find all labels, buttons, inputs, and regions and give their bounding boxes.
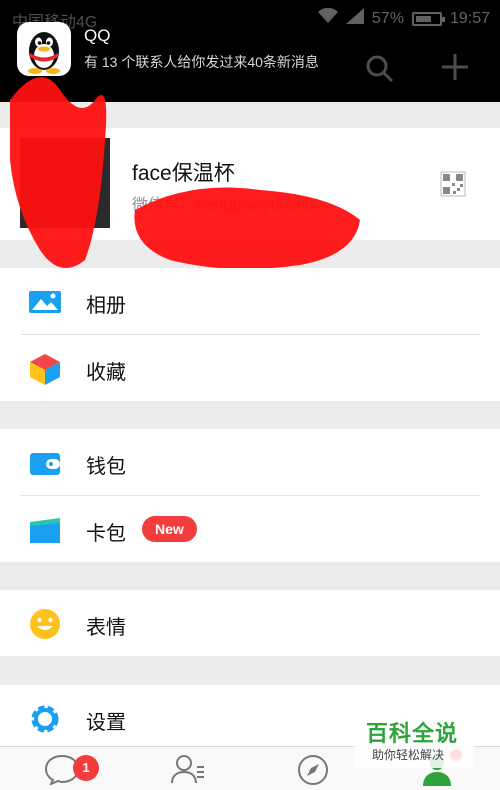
status-right: 57% 19:57 xyxy=(317,7,490,29)
notification-title: QQ xyxy=(84,26,111,45)
qr-code-icon[interactable] xyxy=(440,171,466,202)
signal-icon xyxy=(345,8,364,29)
menu-item-cards[interactable]: 卡包 New xyxy=(0,496,500,562)
menu-item-album[interactable]: 相册 xyxy=(0,268,500,334)
album-icon xyxy=(28,285,62,319)
watermark: 百科全说 助你轻松解决 xyxy=(354,710,474,768)
profile-name: face保温杯 xyxy=(132,162,235,185)
cube-icon xyxy=(28,352,62,386)
watermark-subtitle: 助你轻松解决 xyxy=(372,748,445,762)
clock: 19:57 xyxy=(449,9,490,27)
compass-icon xyxy=(298,755,328,785)
menu-label-wallet: 钱包 xyxy=(86,456,126,478)
wifi-icon xyxy=(317,7,338,29)
search-icon xyxy=(365,54,395,89)
gear-icon xyxy=(28,702,62,736)
smiley-icon xyxy=(28,607,62,641)
menu-label-settings: 设置 xyxy=(86,712,126,734)
menu-label-album: 相册 xyxy=(86,295,126,317)
menu-group-1: 相册 收藏 xyxy=(0,268,500,401)
menu-item-favorites[interactable]: 收藏 xyxy=(0,335,500,401)
messages-badge: 1 xyxy=(73,755,99,781)
header-actions xyxy=(340,52,500,88)
plus-icon xyxy=(440,52,470,87)
notification-bar[interactable]: 中国移动4G 57% 19:57 xyxy=(0,0,500,102)
watermark-title: 百科全说 xyxy=(366,721,459,746)
contacts-icon xyxy=(171,755,204,784)
card-icon xyxy=(28,513,62,547)
qq-penguin-icon xyxy=(17,22,71,76)
status-bar: 中国移动4G 57% 19:57 xyxy=(0,0,500,36)
profile-id: 微信号：Fengpiaoyunchui xyxy=(132,197,318,214)
tab-contacts[interactable] xyxy=(170,753,210,787)
menu-item-stickers[interactable]: 表情 xyxy=(0,590,500,656)
menu-group-3: 表情 xyxy=(0,590,500,656)
battery-icon xyxy=(411,11,445,26)
battery-percent: 57% xyxy=(371,9,404,27)
menu-label-favorites: 收藏 xyxy=(86,362,126,384)
notification-message: 有 13 个联系人给你发过来40条新消息 xyxy=(84,54,319,70)
wallet-icon xyxy=(28,446,62,480)
menu-group-2: 钱包 卡包 New xyxy=(0,429,500,562)
menu-label-stickers: 表情 xyxy=(86,617,126,639)
menu-label-cards: 卡包 xyxy=(86,523,126,545)
menu-item-wallet[interactable]: 钱包 xyxy=(0,429,500,495)
new-badge: New xyxy=(142,516,197,542)
avatar[interactable] xyxy=(20,138,110,228)
tab-discover[interactable] xyxy=(296,753,336,787)
profile-card[interactable]: face保温杯 微信号：Fengpiaoyunchui xyxy=(0,128,500,240)
